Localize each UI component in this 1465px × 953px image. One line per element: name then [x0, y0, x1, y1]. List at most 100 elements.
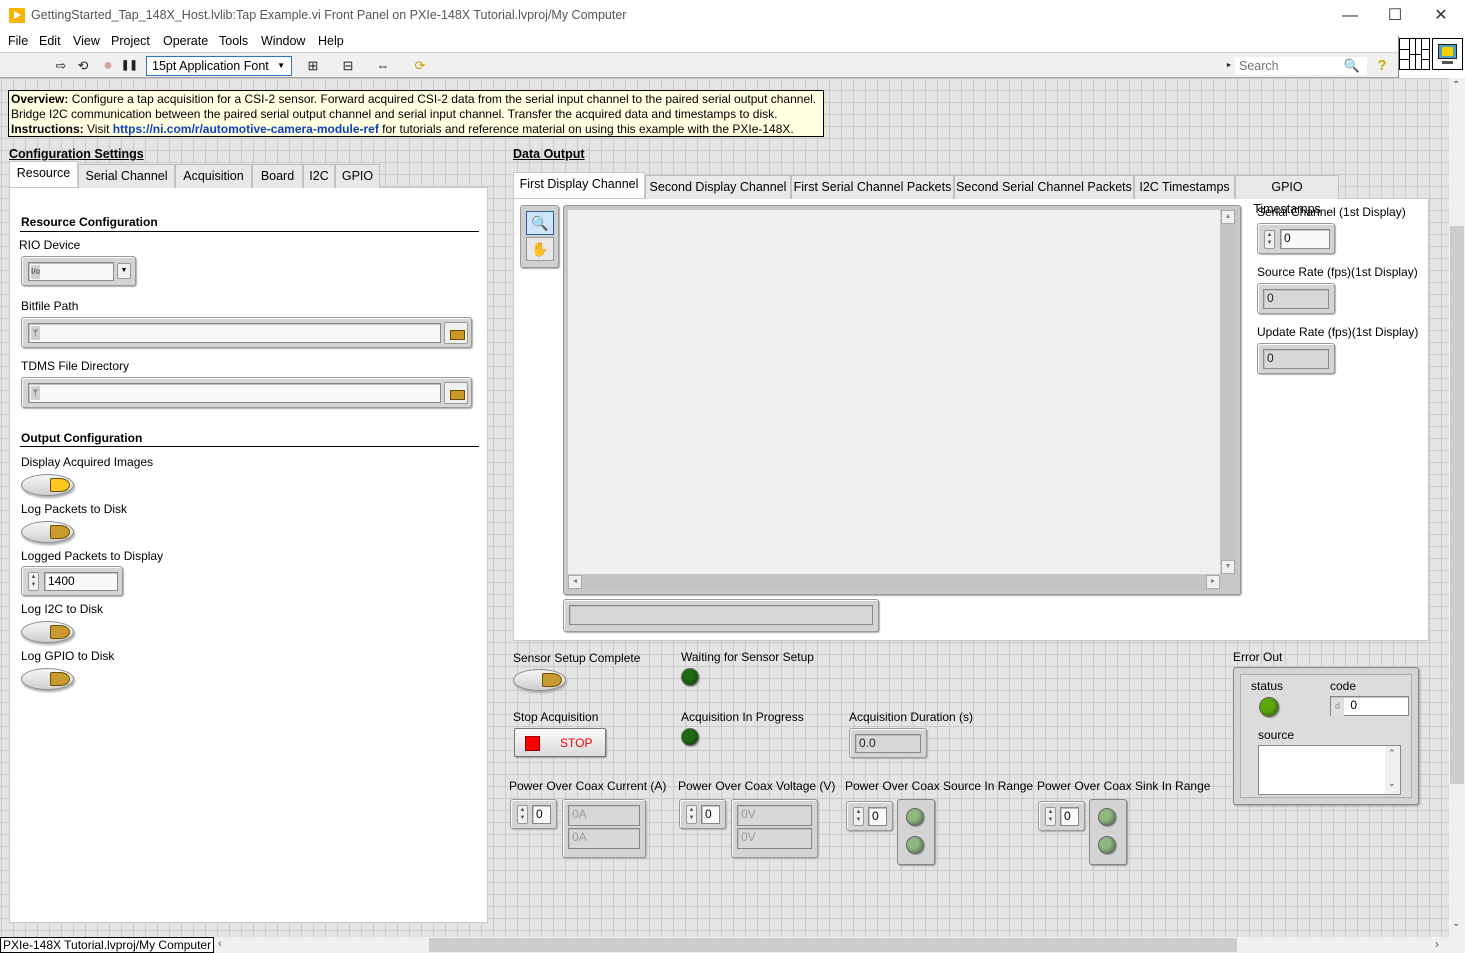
logged-packets-input[interactable]: 1400	[44, 572, 118, 591]
menu-tools[interactable]: Tools	[219, 34, 248, 48]
logged-packets-control: ▲ ▼ 1400	[21, 566, 123, 596]
connector-pane-icon[interactable]	[1399, 38, 1430, 70]
scroll-up-arrow-icon[interactable]: ▲	[1221, 210, 1235, 224]
display-acquired-images-toggle[interactable]	[21, 474, 74, 496]
image-vertical-scrollbar[interactable]: ▲ ▼	[1221, 210, 1236, 574]
scroll-left-arrow-icon[interactable]: ‹	[218, 938, 222, 950]
toggle-knob	[50, 525, 70, 539]
pan-hand-icon[interactable]: ✋	[526, 237, 554, 261]
menu-operate[interactable]: Operate	[163, 34, 208, 48]
path-glyph-icon: ᛘ	[31, 386, 40, 400]
zoom-tool-icon[interactable]: 🔍	[526, 211, 554, 235]
increment-decrement-arrows[interactable]: ▲ ▼	[853, 807, 864, 826]
toggle-knob	[542, 673, 562, 687]
vertical-scroll-thumb[interactable]	[1450, 226, 1464, 784]
tdms-directory-input[interactable]: ᛘ	[28, 383, 441, 403]
menu-edit[interactable]: Edit	[39, 34, 61, 48]
acquisition-in-progress-label: Acquisition In Progress	[681, 710, 804, 724]
vi-icon[interactable]	[1432, 38, 1463, 70]
panel-horizontal-scrollbar[interactable]: PXIe-148X Tutorial.lvproj/My Computer ‹ …	[0, 937, 1465, 953]
log-gpio-toggle[interactable]	[21, 668, 74, 690]
rio-device-input[interactable]: I/o	[28, 262, 114, 281]
poc-current-value: 0A	[568, 805, 640, 826]
search-expand-icon[interactable]: ►	[1224, 57, 1234, 74]
scroll-up-arrow-icon[interactable]: ⌃	[1452, 80, 1460, 91]
image-horizontal-scrollbar[interactable]: ◄ ►	[568, 575, 1220, 590]
reorder-icon[interactable]: ⟳	[407, 57, 433, 74]
poc-source-index-input[interactable]: 0	[868, 807, 887, 826]
pause-icon[interactable]: ❚❚	[121, 57, 138, 74]
tab-acquisition[interactable]: Acquisition	[175, 164, 252, 188]
tab-resource[interactable]: Resource	[9, 161, 78, 187]
context-help-icon[interactable]: ?	[1374, 57, 1390, 74]
increment-decrement-arrows[interactable]: ▲ ▼	[28, 572, 39, 591]
poc-voltage-index-input[interactable]: 0	[701, 805, 720, 824]
menu-project[interactable]: Project	[111, 34, 150, 48]
serial-channel-input[interactable]: 0	[1280, 229, 1330, 249]
tab-first-display-channel[interactable]: First Display Channel	[513, 172, 645, 198]
run-continuously-icon[interactable]: ⟲	[74, 57, 92, 74]
scroll-down-arrow-icon[interactable]: ⌄	[1452, 918, 1460, 929]
increment-decrement-arrows[interactable]: ▲ ▼	[1264, 230, 1275, 249]
reference-link[interactable]: https://ni.com/r/automotive-camera-modul…	[113, 122, 379, 136]
overview-text-2: Bridge I2C communication between the pai…	[11, 107, 778, 121]
menu-help[interactable]: Help	[318, 34, 344, 48]
log-packets-toggle[interactable]	[21, 521, 74, 543]
scroll-right-arrow-icon[interactable]: ►	[1206, 575, 1220, 589]
increment-decrement-arrows[interactable]: ▲ ▼	[1045, 807, 1056, 826]
scroll-right-arrow-icon[interactable]: ›	[1435, 937, 1439, 951]
distribute-objects-icon[interactable]: ⊟	[335, 57, 361, 74]
run-arrow-icon[interactable]: ⇨	[53, 57, 69, 74]
menu-view[interactable]: View	[73, 34, 100, 48]
search-icon[interactable]: 🔍	[1342, 57, 1362, 74]
bitfile-path-control: ᛘ	[21, 317, 472, 348]
rio-device-dropdown-button[interactable]: ▼	[117, 263, 131, 279]
error-source-textbox[interactable]: ⌃ ⌄	[1258, 745, 1401, 795]
abort-execution-icon[interactable]: ●	[100, 57, 116, 74]
tab-gpio-timestamps[interactable]: GPIO Timestamps	[1235, 175, 1339, 216]
maximize-button[interactable]: ☐	[1372, 0, 1418, 31]
log-i2c-toggle[interactable]	[21, 621, 74, 643]
tab-board[interactable]: Board	[252, 164, 303, 188]
close-button[interactable]: ✕	[1418, 0, 1464, 31]
tab-gpio[interactable]: GPIO	[335, 164, 380, 188]
menu-file[interactable]: File	[8, 34, 28, 48]
horizontal-scroll-thumb[interactable]	[429, 938, 1237, 952]
source-scrollbar[interactable]: ⌃ ⌄	[1385, 746, 1400, 794]
tab-serial-channel[interactable]: Serial Channel	[78, 164, 175, 188]
poc-current-index-input[interactable]: 0	[532, 805, 551, 824]
tab-i2c-timestamps[interactable]: I2C Timestamps	[1134, 175, 1235, 199]
font-select[interactable]: 15pt Application Font ▼	[146, 56, 292, 76]
project-context-label: PXIe-148X Tutorial.lvproj/My Computer	[0, 937, 215, 953]
poc-sink-index-input[interactable]: 0	[1060, 807, 1079, 826]
configuration-settings-title: Configuration Settings	[9, 147, 144, 161]
align-objects-icon[interactable]: ⊞	[300, 57, 326, 74]
image-display[interactable]: ▲ ▼ ◄ ►	[563, 205, 1241, 595]
sensor-setup-complete-toggle[interactable]	[513, 669, 566, 691]
scroll-down-arrow-icon[interactable]: ▼	[1221, 560, 1235, 574]
radix-indicator[interactable]: d	[1331, 698, 1344, 716]
tab-second-display-channel[interactable]: Second Display Channel	[645, 175, 791, 199]
log-i2c-label: Log I2C to Disk	[21, 602, 104, 616]
increment-decrement-arrows[interactable]: ▲ ▼	[517, 805, 528, 824]
tab-second-serial-channel-packets[interactable]: Second Serial Channel Packets	[954, 175, 1134, 199]
tab-i2c[interactable]: I2C	[303, 164, 335, 188]
instructions-pre: Visit	[83, 122, 113, 136]
scroll-left-arrow-icon[interactable]: ◄	[568, 575, 582, 589]
tdms-browse-button[interactable]	[444, 382, 468, 404]
panel-vertical-scrollbar[interactable]: ⌃ ⌄	[1449, 78, 1465, 937]
bitfile-browse-button[interactable]	[444, 322, 468, 344]
image-canvas	[568, 210, 1220, 574]
logged-packets-label: Logged Packets to Display	[21, 549, 164, 563]
bitfile-path-input[interactable]: ᛘ	[28, 323, 441, 343]
scroll-up-arrow-icon[interactable]: ⌃	[1388, 748, 1396, 759]
divider	[20, 231, 479, 232]
menu-window[interactable]: Window	[261, 34, 305, 48]
poc-sink-led	[1098, 808, 1116, 826]
minimize-button[interactable]: —	[1327, 0, 1373, 31]
resize-objects-icon[interactable]: ⇔	[370, 57, 396, 74]
stop-button[interactable]: STOP	[514, 728, 606, 757]
increment-decrement-arrows[interactable]: ▲ ▼	[686, 805, 697, 824]
tab-first-serial-channel-packets[interactable]: First Serial Channel Packets	[791, 175, 954, 199]
scroll-down-arrow-icon[interactable]: ⌄	[1388, 778, 1396, 789]
